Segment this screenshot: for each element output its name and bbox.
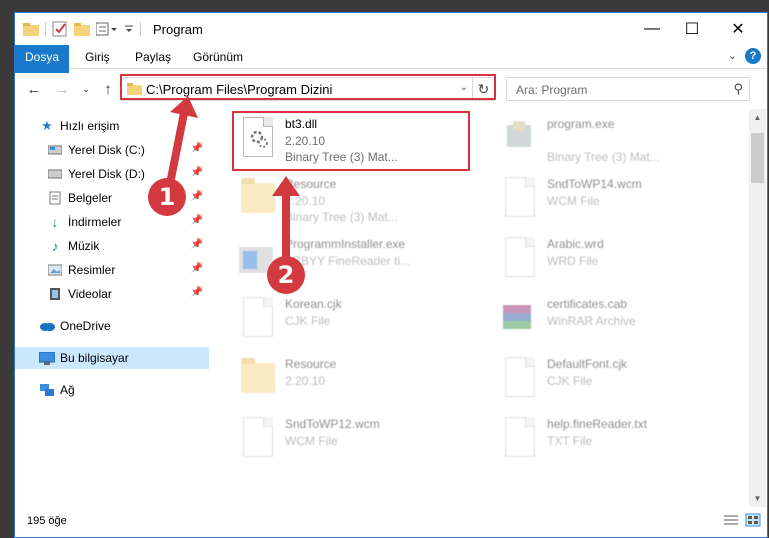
step-marker-2: 2 xyxy=(267,256,305,294)
step-marker-1: 1 xyxy=(148,178,186,216)
annotation-arrows xyxy=(164,96,300,274)
